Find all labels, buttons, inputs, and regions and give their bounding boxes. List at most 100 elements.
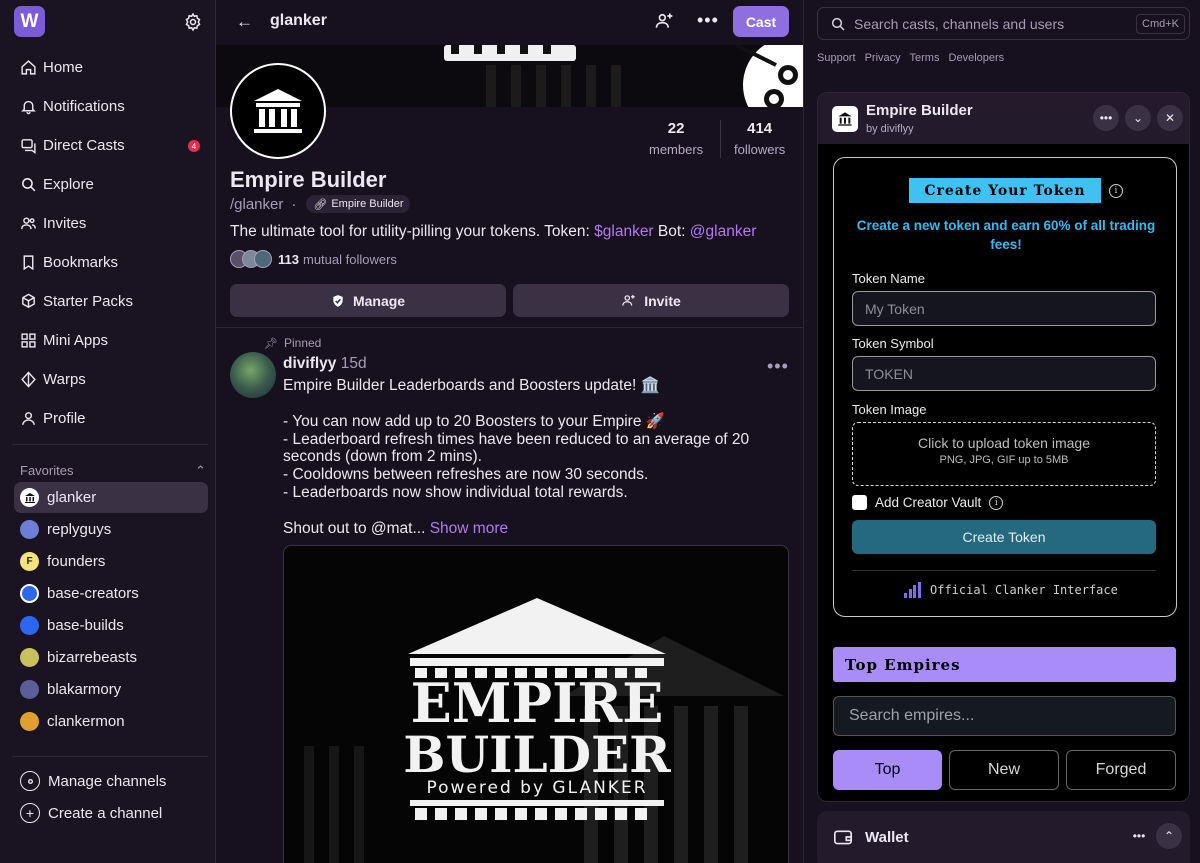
global-search-input[interactable]: Search casts, channels and users Cmd+K bbox=[817, 7, 1190, 40]
token-image-upload[interactable]: Click to upload token image PNG, JPG, GI… bbox=[852, 422, 1156, 486]
create-token-button[interactable]: Create Token bbox=[852, 520, 1156, 554]
bot-link[interactable]: @glanker bbox=[690, 223, 757, 240]
create-token-subtitle: Create a new token and earn 60% of all t… bbox=[856, 218, 1156, 252]
wallet-title: Wallet bbox=[865, 829, 909, 846]
channel-handle-row: /glanker · 🔗︎ Empire Builder bbox=[230, 195, 411, 213]
person-icon bbox=[20, 409, 42, 427]
back-arrow-icon[interactable]: ← bbox=[236, 12, 253, 32]
miniapp-chip[interactable]: 🔗︎ Empire Builder bbox=[306, 195, 411, 213]
mutual-followers[interactable]: 113 mutual followers bbox=[230, 250, 397, 268]
nav-notifications[interactable]: Notifications bbox=[12, 88, 208, 124]
create-channel-link[interactable]: + Create a channel bbox=[20, 800, 162, 826]
chevron-down-icon[interactable]: ⌄ bbox=[1125, 105, 1151, 131]
chevron-up-icon[interactable]: ⌃ bbox=[195, 463, 206, 479]
favorite-label: bizarrebeasts bbox=[47, 649, 138, 666]
favorite-label: glanker bbox=[47, 489, 97, 506]
nav-direct-casts[interactable]: Direct Casts 4 bbox=[12, 127, 208, 163]
favorite-blakarmory[interactable]: blakarmory bbox=[14, 674, 208, 705]
token-link[interactable]: $glanker bbox=[594, 223, 653, 240]
nav-home[interactable]: Home bbox=[12, 49, 208, 85]
favorite-glanker[interactable]: glanker bbox=[14, 482, 208, 513]
more-options-icon[interactable]: ••• bbox=[1093, 105, 1119, 131]
creator-vault-label: Add Creator Vault bbox=[875, 495, 982, 510]
manage-label: Manage bbox=[352, 292, 406, 309]
nav-profile[interactable]: Profile bbox=[12, 400, 208, 436]
wallet-panel[interactable]: Wallet ••• ⌃ bbox=[817, 811, 1190, 863]
token-symbol-input[interactable]: TOKEN bbox=[852, 356, 1156, 391]
shield-check-icon bbox=[333, 294, 343, 307]
add-user-icon[interactable] bbox=[654, 11, 674, 31]
more-options-icon[interactable]: ••• bbox=[1126, 823, 1152, 849]
tab-new[interactable]: New bbox=[949, 750, 1059, 790]
favorite-bizarrebeasts[interactable]: bizarrebeasts bbox=[14, 642, 208, 673]
manage-channels-label: Manage channels bbox=[48, 772, 167, 790]
favorites-header[interactable]: Favorites ⌃ bbox=[20, 463, 206, 479]
nav-explore[interactable]: Explore bbox=[12, 166, 208, 202]
handle-separator: · bbox=[291, 195, 297, 213]
sidebar-divider bbox=[12, 444, 208, 445]
channel-avatar bbox=[20, 680, 39, 699]
channel-avatar: F bbox=[20, 552, 39, 571]
link-terms[interactable]: Terms bbox=[910, 52, 940, 64]
chevron-up-icon[interactable]: ⌃ bbox=[1156, 823, 1182, 849]
nav-bookmarks[interactable]: Bookmarks bbox=[12, 244, 208, 280]
more-options-icon[interactable]: ••• bbox=[697, 10, 719, 31]
tab-top[interactable]: Top bbox=[833, 750, 942, 790]
gear-icon bbox=[20, 771, 40, 791]
users-icon bbox=[20, 214, 42, 232]
link-privacy[interactable]: Privacy bbox=[865, 52, 901, 64]
link-support[interactable]: Support bbox=[817, 52, 856, 64]
close-icon[interactable]: ✕ bbox=[1157, 105, 1183, 131]
token-name-input[interactable]: My Token bbox=[852, 291, 1156, 326]
token-image-label: Token Image bbox=[852, 402, 927, 417]
nav-invites[interactable]: Invites bbox=[12, 205, 208, 241]
pinned-indicator: 📌︎ Pinned bbox=[264, 336, 321, 350]
bookmark-icon bbox=[20, 253, 42, 271]
favorite-replyguys[interactable]: replyguys bbox=[14, 514, 208, 545]
favorite-founders[interactable]: F founders bbox=[14, 546, 208, 577]
create-channel-label: Create a channel bbox=[48, 804, 163, 822]
manage-channels-link[interactable]: Manage channels bbox=[20, 768, 166, 794]
invite-button[interactable]: Invite bbox=[513, 284, 789, 317]
followers-label: followers bbox=[734, 142, 786, 157]
info-icon[interactable]: i bbox=[1109, 184, 1123, 198]
favorite-base-creators[interactable]: base-creators bbox=[14, 578, 208, 609]
creator-vault-checkbox[interactable] bbox=[852, 495, 867, 510]
nav-warps[interactable]: Warps bbox=[12, 361, 208, 397]
upload-hint: PNG, JPG, GIF up to 5MB bbox=[939, 454, 1069, 466]
link-developers[interactable]: Developers bbox=[949, 52, 1005, 64]
warpcast-logo[interactable]: W bbox=[14, 6, 45, 37]
channel-feed: ← glanker ••• Cast 22 members 414 follow… bbox=[216, 0, 804, 863]
favorite-base-builds[interactable]: base-builds bbox=[14, 610, 208, 641]
favorite-label: founders bbox=[47, 553, 106, 570]
search-icon bbox=[831, 17, 845, 31]
pinned-label: Pinned bbox=[283, 336, 322, 350]
channel-description: The ultimate tool for utility-pilling yo… bbox=[230, 223, 756, 241]
upload-text: Click to upload token image bbox=[918, 435, 1090, 451]
cast-button[interactable]: Cast bbox=[733, 6, 789, 37]
chat-icon bbox=[20, 136, 42, 154]
post-author[interactable]: diviflyy 15d bbox=[283, 355, 367, 373]
bell-icon bbox=[20, 97, 42, 115]
token-name-label: Token Name bbox=[852, 271, 925, 286]
post-image[interactable]: EMPIRE BUILDER Powered by GLANKER bbox=[283, 545, 789, 863]
right-panel: Search casts, channels and users Cmd+K S… bbox=[805, 0, 1200, 863]
miniapp-panel: Empire Builder by diviflyy ••• ⌄ ✕ Creat… bbox=[817, 92, 1190, 802]
temple-icon bbox=[838, 112, 852, 126]
search-empires-input[interactable]: Search empires... bbox=[833, 696, 1176, 736]
creator-vault-row[interactable]: Add Creator Vault i bbox=[852, 495, 1004, 510]
miniapp-chip-label: Empire Builder bbox=[331, 198, 404, 210]
show-more-link[interactable]: Show more bbox=[430, 520, 508, 537]
nav-starter-packs[interactable]: Starter Packs bbox=[12, 283, 208, 319]
followers-stat[interactable]: 414 followers bbox=[734, 120, 785, 157]
manage-button[interactable]: Manage bbox=[230, 284, 506, 317]
post-more-icon[interactable]: ••• bbox=[767, 356, 789, 377]
starter-pack-icon bbox=[20, 292, 42, 310]
author-avatar[interactable] bbox=[230, 352, 276, 398]
members-stat[interactable]: 22 members bbox=[649, 120, 703, 157]
nav-mini-apps[interactable]: Mini Apps bbox=[12, 322, 208, 358]
tab-forged[interactable]: Forged bbox=[1066, 750, 1176, 790]
favorite-clankermon[interactable]: clankermon bbox=[14, 706, 208, 737]
info-icon[interactable]: i bbox=[989, 495, 1004, 510]
gear-icon[interactable] bbox=[183, 12, 203, 32]
